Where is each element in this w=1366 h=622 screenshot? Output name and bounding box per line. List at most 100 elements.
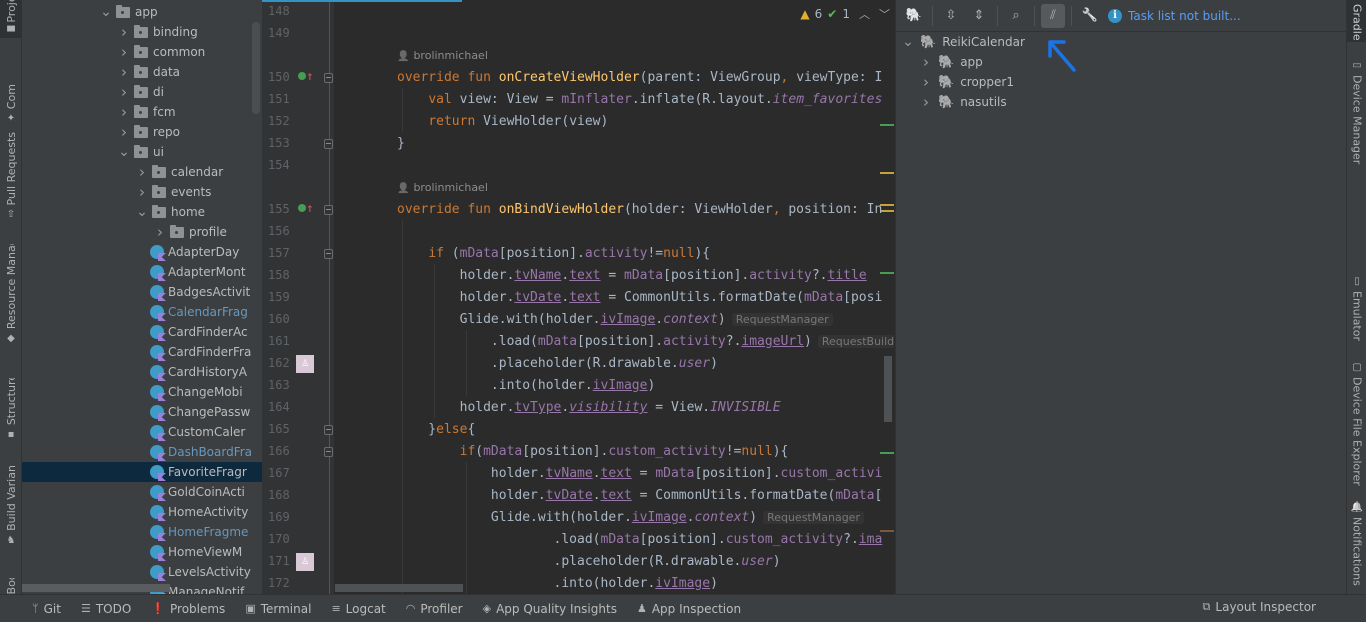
tree-item[interactable]: › data <box>22 62 262 82</box>
fold-marker-icon[interactable] <box>324 249 333 259</box>
build-settings-button[interactable]: 🔧 <box>1078 4 1102 28</box>
gradle-tree-item[interactable]: › 🐘 nasutils <box>920 92 1007 112</box>
fold-marker-icon[interactable] <box>324 205 333 215</box>
tree-item[interactable]: HomeViewM <box>22 542 262 562</box>
blame-avatar-icon[interactable]: ♙ <box>296 553 314 571</box>
expand-all-button[interactable]: ⇳ <box>939 4 963 28</box>
change-marker[interactable] <box>880 124 894 126</box>
tree-item[interactable]: › calendar <box>22 162 262 182</box>
chevron-down-icon[interactable]: ⌄ <box>902 34 914 50</box>
stripe-button-project[interactable]: ▀ Project <box>0 0 22 38</box>
implements-icon[interactable]: ↑ <box>298 72 314 83</box>
tree-item[interactable]: › repo <box>22 122 262 142</box>
tree-item[interactable]: ⌄ home <box>22 202 262 222</box>
bottom-item-terminal[interactable]: ▣ Terminal <box>245 602 311 616</box>
stripe-button-build-variants[interactable]: ♞ Build Variants <box>0 466 22 546</box>
project-horizontal-scrollbar[interactable] <box>22 584 170 592</box>
change-marker[interactable] <box>880 272 894 274</box>
gradle-tree-item[interactable]: ⌄ 🐘 ReikiCalendar <box>902 32 1025 52</box>
implements-icon[interactable]: ↑ <box>298 204 314 215</box>
bottom-item-todo[interactable]: ☰ TODO <box>81 602 131 616</box>
chevron-right-icon[interactable]: › <box>920 53 932 71</box>
tree-item[interactable]: ChangeMobi <box>22 382 262 402</box>
tree-item[interactable]: DashBoardFra <box>22 442 262 462</box>
chevron-right-icon[interactable]: › <box>136 163 148 181</box>
tree-item[interactable]: AdapterDay <box>22 242 262 262</box>
stripe-button-notifications[interactable]: 🔔 Notifications <box>1347 498 1366 586</box>
chevron-down-icon[interactable]: ⌄ <box>136 204 148 220</box>
tree-item[interactable]: HomeFragme <box>22 522 262 542</box>
collapse-all-button[interactable]: ⇕ <box>967 4 991 28</box>
chevron-right-icon[interactable]: › <box>920 73 932 91</box>
gradle-elephant-button[interactable]: 🐘 <box>902 4 926 28</box>
tree-item[interactable]: GoldCoinActi <box>22 482 262 502</box>
analyze-button[interactable]: ⌕ <box>1004 4 1028 28</box>
tree-item[interactable]: AdapterMont <box>22 262 262 282</box>
code-vision-author[interactable]: 👤 brolinmichael <box>397 45 488 67</box>
bottom-item-problems[interactable]: ❗ Problems <box>151 602 225 616</box>
tree-item[interactable]: ChangePassw <box>22 402 262 422</box>
chevron-down-icon[interactable]: ⌄ <box>100 4 112 20</box>
tree-item[interactable]: FavoriteFragr <box>22 462 262 482</box>
task-list-info[interactable]: i Task list not built... <box>1108 8 1241 23</box>
stripe-button-commit[interactable]: ✦ Commit <box>0 84 22 124</box>
chevron-right-icon[interactable]: › <box>920 93 932 111</box>
warning-marker[interactable] <box>880 172 894 174</box>
stripe-button-pull-requests[interactable]: ⇧ Pull Requests <box>0 130 22 220</box>
gradle-tree-item[interactable]: › 🐘 cropper1 <box>920 72 1014 92</box>
stripe-button-resource-manager[interactable]: ◆ Resource Manager <box>0 244 22 344</box>
bottom-item-logcat[interactable]: ≡ Logcat <box>331 602 385 616</box>
tree-item[interactable]: ⌄ ui <box>22 142 262 162</box>
tree-item[interactable]: HomeActivity <box>22 502 262 522</box>
chevron-right-icon[interactable]: › <box>118 43 130 61</box>
bottom-item-app-inspection[interactable]: ♟ App Inspection <box>637 602 741 616</box>
code-vision-author[interactable]: 👤 brolinmichael <box>397 177 488 199</box>
tree-item[interactable]: CalendarFrag <box>22 302 262 322</box>
stripe-button-emulator[interactable]: ▯ Emulator <box>1347 272 1366 342</box>
tree-item[interactable]: › profile <box>22 222 262 242</box>
tree-item[interactable]: › common <box>22 42 262 62</box>
stripe-button-device-manager[interactable]: ▭ Device Manager <box>1347 56 1366 166</box>
fold-marker-icon[interactable] <box>324 139 333 149</box>
stripe-button-gradle[interactable]: Gradle <box>1347 0 1366 42</box>
tree-item[interactable]: CustomCaler <box>22 422 262 442</box>
code-editor[interactable]: ▲ 6 ✔ 1 ︿ ﹀ 148 149 👤 brolinmichael 150 ↑ over… <box>262 0 894 594</box>
previous-highlight-button[interactable]: ︿ <box>859 6 870 22</box>
tree-item[interactable]: LevelsActivity <box>22 562 262 582</box>
stripe-button-bookmarks[interactable]: Bookmarks <box>0 578 22 594</box>
tree-item[interactable]: CardFinderAc <box>22 322 262 342</box>
tree-item[interactable]: ⌄ app <box>22 2 262 22</box>
project-vertical-scrollbar[interactable] <box>252 22 260 114</box>
bottom-item-layout-inspector[interactable]: ⧉ Layout Inspector <box>1203 600 1316 614</box>
chevron-right-icon[interactable]: › <box>118 103 130 121</box>
tree-item[interactable]: › binding <box>22 22 262 42</box>
next-highlight-button[interactable]: ﹀ <box>879 6 890 22</box>
tree-item[interactable]: › events <box>22 182 262 202</box>
gradle-tree-item[interactable]: › 🐘 app <box>920 52 983 72</box>
toggle-offline-mode-button[interactable]: ⫽ <box>1041 3 1065 28</box>
bottom-item-app-quality-insights[interactable]: ◈ App Quality Insights <box>483 602 617 616</box>
bottom-item-profiler[interactable]: ◠ Profiler <box>406 602 463 616</box>
fold-marker-icon[interactable] <box>324 447 333 457</box>
blame-avatar-icon[interactable]: ♙ <box>296 355 314 373</box>
bottom-item-git[interactable]: ᛘ Git <box>32 602 61 616</box>
tree-item[interactable]: › fcm <box>22 102 262 122</box>
tree-item[interactable]: CardHistoryA <box>22 362 262 382</box>
chevron-right-icon[interactable]: › <box>136 183 148 201</box>
editor-vertical-scrollbar[interactable] <box>884 356 892 422</box>
inspection-widget[interactable]: ▲ 6 ✔ 1 ︿ ﹀ <box>800 6 890 22</box>
stripe-button-device-file-explorer[interactable]: ▢ Device File Explorer <box>1347 358 1366 486</box>
fold-marker-icon[interactable] <box>324 73 333 83</box>
tree-item[interactable]: › di <box>22 82 262 102</box>
chevron-right-icon[interactable]: › <box>118 123 130 141</box>
chevron-right-icon[interactable]: › <box>118 83 130 101</box>
chevron-right-icon[interactable]: › <box>154 223 166 241</box>
stripe-button-structure[interactable]: ▪ Structure <box>0 378 22 440</box>
fold-marker-icon[interactable] <box>324 425 333 435</box>
tree-item[interactable]: BadgesActivit <box>22 282 262 302</box>
chevron-right-icon[interactable]: › <box>118 23 130 41</box>
task-list-not-built-link[interactable]: Task list not built... <box>1128 9 1241 23</box>
chevron-right-icon[interactable]: › <box>118 63 130 81</box>
change-marker[interactable] <box>880 452 894 454</box>
tree-item[interactable]: CardFinderFra <box>22 342 262 362</box>
